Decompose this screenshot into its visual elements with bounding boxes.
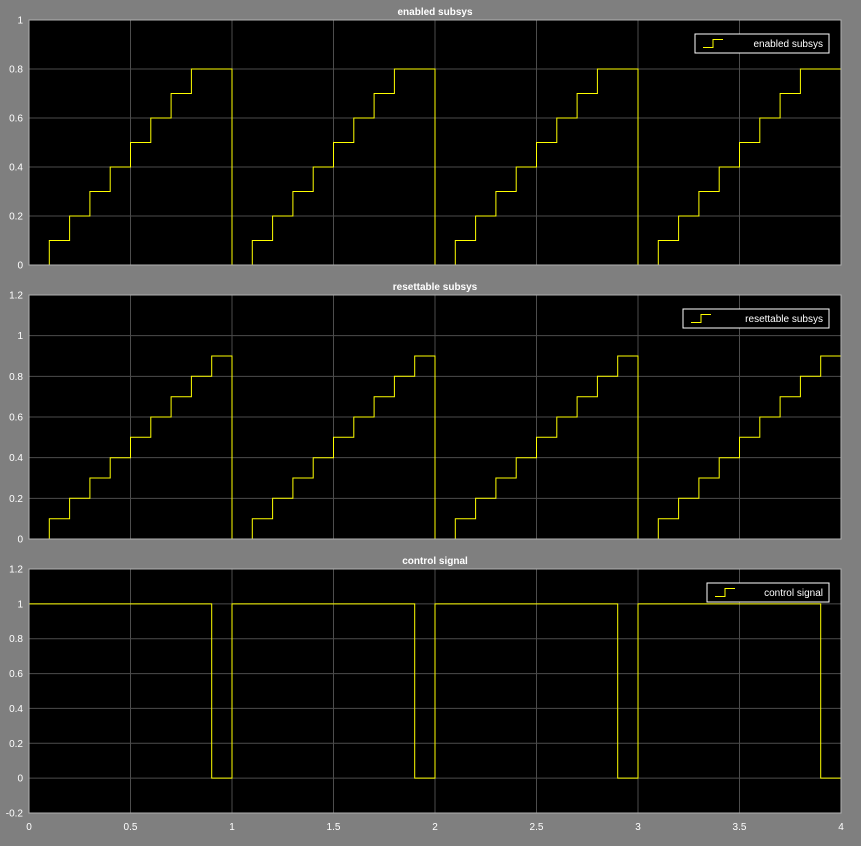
y-tick-label: 1.2 [9, 565, 23, 576]
y-tick-label: 1 [17, 599, 23, 610]
y-tick-label: 0.6 [9, 413, 23, 424]
x-tick-label: 4 [838, 822, 844, 833]
legend: control signal [706, 582, 830, 603]
x-tick-label: 1 [229, 822, 235, 833]
y-tick-label: 0.2 [9, 494, 23, 505]
y-tick-label: 1.2 [9, 291, 23, 302]
y-tick-label: 0 [17, 774, 23, 785]
y-tick-label: 0.4 [9, 704, 23, 715]
y-tick-label: 0 [17, 535, 23, 546]
x-tick-label: 2.5 [530, 822, 544, 833]
x-tick-label: 3 [635, 822, 641, 833]
x-tick-label: 0 [26, 822, 32, 833]
y-tick-label: 0.6 [9, 114, 23, 125]
y-tick-label: 0.8 [9, 65, 23, 76]
subplot-3: control signal-0.200.20.40.60.811.20 0.5 1… [6, 556, 844, 833]
y-tick-label: 0.6 [9, 669, 23, 680]
x-tick-label: 1.5 [327, 822, 341, 833]
subplot-1: enabled subsys 0 0.2 0.4 0.6 0.8 1 enabled subs… [9, 7, 842, 272]
x-tick-label: 3.5 [733, 822, 747, 833]
scope-figure: enabled subsys 0 0.2 0.4 0.6 0.8 1 enabled subs… [0, 0, 861, 841]
legend-label: resettable subsys [745, 314, 823, 325]
y-tick-label: 0 [17, 261, 23, 272]
subplot-2: resettable subsys 0 0.2 0.4 0.6 0.8 1 1.2 resett… [9, 282, 842, 546]
legend-label: enabled subsys [754, 39, 824, 50]
plot-title: control signal [402, 556, 468, 567]
scope-plots: enabled subsys 0 0.2 0.4 0.6 0.8 1 enabled subs… [6, 7, 844, 833]
legend: enabled subsys [694, 33, 830, 54]
plot-title: resettable subsys [393, 282, 478, 293]
x-tick-label: 0.5 [124, 822, 138, 833]
y-tick-label: 0.8 [9, 372, 23, 383]
y-tick-label: 0.4 [9, 453, 23, 464]
y-tick-label: 1 [17, 331, 23, 342]
plot-title: enabled subsys [397, 7, 472, 18]
y-tick-label: 0.8 [9, 634, 23, 645]
y-tick-label: 0.4 [9, 163, 23, 174]
y-tick-label: 0.2 [9, 739, 23, 750]
y-tick-label: 0.2 [9, 212, 23, 223]
y-tick-label: 1 [17, 16, 23, 27]
legend: resettable subsys [682, 308, 830, 329]
x-tick-label: 2 [432, 822, 438, 833]
y-tick-label: -0.2 [6, 809, 24, 820]
legend-label: control signal [764, 588, 823, 599]
